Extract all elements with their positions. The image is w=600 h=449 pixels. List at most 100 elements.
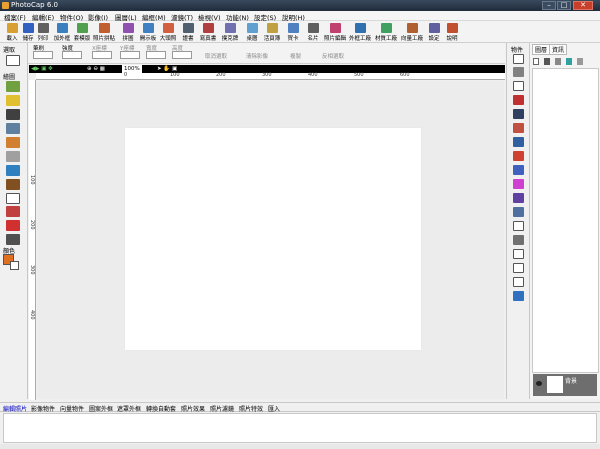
deselect-button[interactable]: 取消選取 — [205, 52, 227, 60]
vector-factory-button[interactable]: 向量工廠 — [401, 22, 423, 42]
tab-photo-filter[interactable]: 照片濾鏡 — [210, 404, 234, 413]
pencil-tool[interactable] — [6, 95, 20, 106]
copy-layer-icon[interactable] — [555, 58, 561, 65]
options-bar: 筆刷 強度 X座標 Y座標 寬度 高度 取消選取 清除影像 複製 反相選取 — [0, 43, 505, 64]
sticker-icon[interactable] — [513, 123, 524, 133]
ruler-tick: 400 — [29, 310, 35, 320]
tab-mask-frame[interactable]: 遮罩外框 — [117, 404, 141, 413]
tab-edit-photo[interactable]: 編輯照片 — [3, 404, 27, 413]
calendar-object-icon[interactable] — [513, 179, 524, 189]
layer-thumbnail — [547, 376, 563, 393]
tab-photo-fx[interactable]: 照片特效 — [239, 404, 263, 413]
clear-image-button[interactable]: 清除影像 — [246, 52, 268, 60]
banner-icon[interactable] — [513, 95, 524, 105]
app-icon — [2, 2, 9, 9]
trash-icon[interactable] — [544, 58, 550, 65]
car-icon[interactable] — [513, 193, 524, 203]
y-input[interactable] — [120, 51, 140, 59]
document-icon[interactable] — [513, 277, 524, 287]
tab-pattern-frame[interactable]: 圖案外框 — [89, 404, 113, 413]
vertical-ruler: 100 200 300 400 — [29, 80, 36, 400]
frame-factory-button[interactable]: 外框工廠 — [349, 22, 371, 42]
ruler-tick: 0 — [124, 72, 128, 78]
tab-photo-effect[interactable]: 照片效果 — [181, 404, 205, 413]
help-icon — [447, 23, 458, 33]
template-button[interactable]: 套模版 — [72, 22, 92, 42]
layer-list — [532, 68, 599, 373]
grid-icon[interactable] — [513, 207, 524, 217]
brush-input[interactable] — [33, 51, 53, 59]
background-color-swatch[interactable] — [10, 261, 19, 270]
speech-bubble-icon[interactable] — [513, 221, 524, 231]
strength-input[interactable] — [62, 51, 82, 59]
workspace[interactable] — [37, 81, 504, 399]
text-icon[interactable] — [513, 54, 524, 64]
lines-icon[interactable] — [513, 235, 524, 245]
zoom-icons[interactable]: ⊕ ⊖ ▦ — [87, 65, 105, 73]
label-icon[interactable] — [513, 165, 524, 175]
magnifier-icon[interactable] — [513, 137, 524, 147]
frame-factory-icon — [355, 23, 366, 33]
layer-option-icon[interactable] — [577, 58, 583, 65]
namecard-button[interactable]: 名片 — [303, 22, 323, 42]
copy-button[interactable]: 複製 — [290, 52, 301, 60]
redeye-tool[interactable] — [6, 206, 20, 217]
merge-icon[interactable] — [566, 58, 572, 65]
x-input[interactable] — [92, 51, 112, 59]
rect-select-tool[interactable] — [6, 55, 20, 66]
width-input[interactable] — [146, 51, 166, 59]
select-header: 選取 — [3, 47, 16, 54]
tab-vector-object[interactable]: 向量物件 — [60, 404, 84, 413]
line-tool[interactable] — [6, 179, 20, 190]
draw-header: 繪圖 — [3, 74, 16, 81]
abc-icon[interactable] — [513, 81, 524, 91]
layer-row[interactable]: 背景 — [533, 374, 597, 396]
texture-factory-button[interactable]: 材質工廠 — [375, 22, 397, 42]
tab-import[interactable]: 匯入 — [268, 404, 280, 413]
brush-tool[interactable] — [6, 81, 20, 92]
poker-button[interactable]: 撲克牌 — [220, 22, 240, 42]
arrow-icon[interactable] — [513, 249, 524, 259]
shape-tool[interactable] — [6, 193, 20, 204]
maximize-button[interactable]: □ — [557, 1, 571, 10]
fill-tool[interactable] — [6, 137, 20, 148]
photobook-button[interactable]: 寫真書 — [198, 22, 218, 42]
height-input[interactable] — [172, 51, 192, 59]
window-title: PhotoCap 6.0 — [11, 1, 58, 9]
pattern-icon[interactable] — [513, 291, 524, 301]
smudge-tool[interactable] — [6, 220, 20, 231]
tab-layers[interactable]: 圖層 — [532, 44, 551, 55]
new-layer-icon[interactable] — [533, 58, 539, 65]
eraser-tool[interactable] — [6, 151, 20, 162]
tab-image-object[interactable]: 影像物件 — [31, 404, 55, 413]
brush-option: 筆刷 — [33, 44, 53, 59]
certificate-icon — [183, 23, 194, 33]
board-icon — [143, 23, 154, 33]
nav-icons[interactable]: ◀▶ ▣ ✥ — [31, 65, 53, 73]
ruler-tick: 300 — [29, 265, 35, 275]
close-button[interactable]: ✕ — [573, 1, 593, 10]
box-icon[interactable] — [513, 263, 524, 273]
height-option: 高度 — [172, 44, 192, 59]
horizontal-ruler: 0 100 200 300 400 500 600 — [36, 72, 505, 80]
pen-tool[interactable] — [6, 109, 20, 120]
width-option: 寬度 — [146, 44, 166, 59]
stamp-tool[interactable] — [6, 123, 20, 134]
help-button[interactable]: 說明 — [442, 22, 462, 42]
object-panel: 物件 — [506, 43, 528, 399]
frame-object-icon[interactable] — [513, 109, 524, 119]
tab-convert[interactable]: 轉換自動套 — [146, 404, 176, 413]
photo-edit-button[interactable]: 照片編輯 — [324, 22, 346, 42]
invert-selection-button[interactable]: 反相選取 — [322, 52, 344, 60]
scissors-tool[interactable] — [6, 234, 20, 245]
minimize-button[interactable]: – — [542, 1, 556, 10]
ruler-tick: 200 — [216, 72, 226, 78]
dropper-tool[interactable] — [6, 165, 20, 176]
photo-edit-icon — [330, 23, 341, 33]
image-object-icon[interactable] — [513, 67, 524, 77]
tab-info[interactable]: 資訊 — [549, 44, 568, 55]
image-canvas[interactable] — [125, 128, 421, 350]
collage-button[interactable]: 照片拼貼 — [93, 22, 115, 42]
clock-icon[interactable] — [513, 151, 524, 161]
eye-icon[interactable] — [536, 381, 542, 386]
